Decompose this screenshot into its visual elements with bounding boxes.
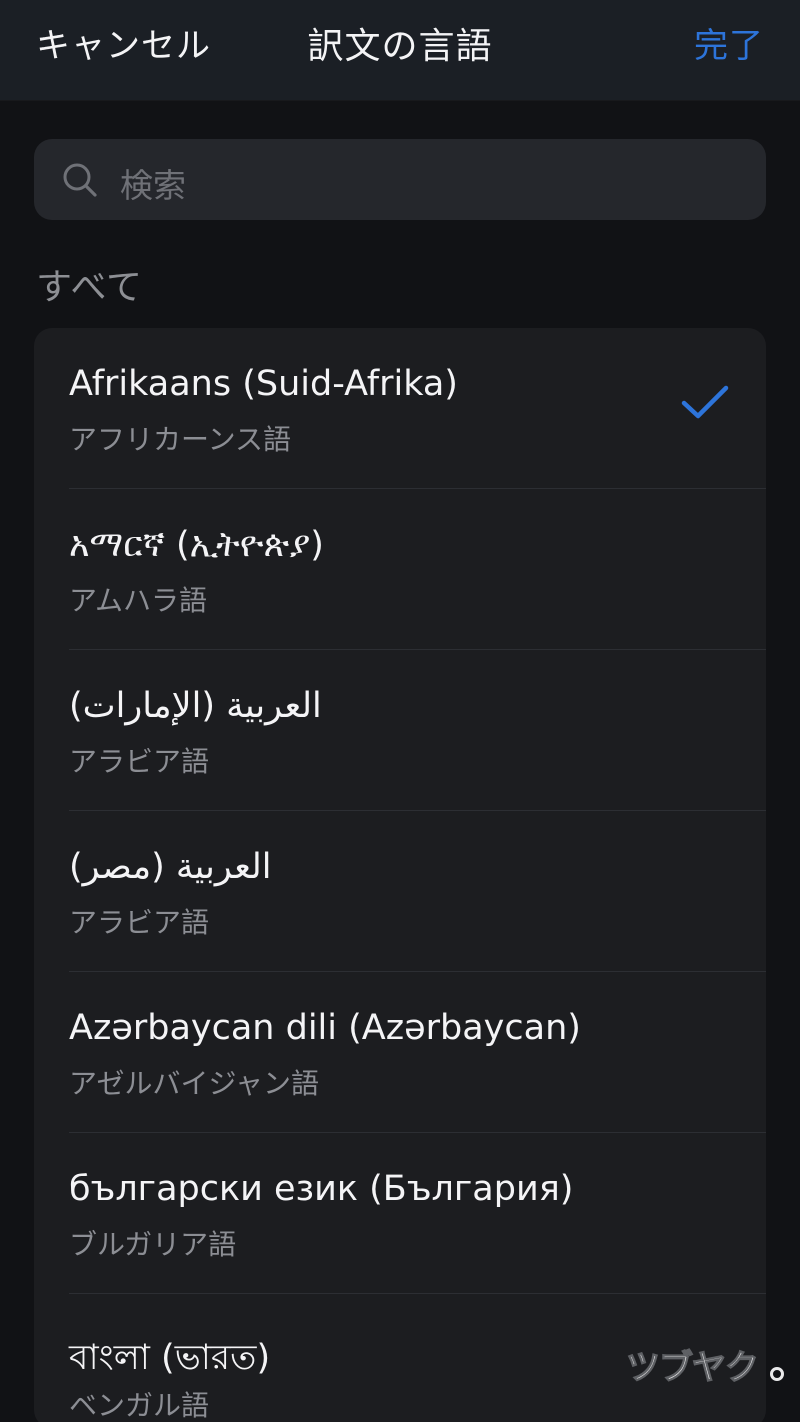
language-row-bulgarian[interactable]: български език (България) ブルガリア語 [34,1133,766,1294]
navigation-bar: キャンセル 訳文の言語 完了 [0,0,800,100]
search-icon [63,163,97,197]
language-row-arabic-uae[interactable]: العربية (الإمارات) アラビア語 [34,650,766,811]
search-field[interactable]: 検索 [34,139,766,220]
translation-language-screen: キャンセル 訳文の言語 完了 検索 すべて Afrikaans (Suid-Af… [0,0,800,1422]
language-name: Azərbaycan dili (Azərbaycan) [69,1008,581,1048]
language-row-arabic-egypt[interactable]: العربية (مصر) アラビア語 [34,811,766,972]
language-japanese-name: アラビア語 [69,745,210,778]
language-list: Afrikaans (Suid-Afrika) アフリカーンス語 አማርኛ (ኢ… [34,328,766,1422]
section-title-all: すべて [36,267,144,308]
tsubuyaku-watermark-logo: ツブヤク [626,1347,784,1388]
language-japanese-name: ベンガル語 [69,1389,210,1422]
language-japanese-name: ブルガリア語 [69,1228,237,1261]
language-name: български език (България) [69,1169,574,1209]
checkmark-icon [681,385,729,419]
language-japanese-name: アラビア語 [69,906,210,939]
language-row-afrikaans[interactable]: Afrikaans (Suid-Afrika) アフリカーンス語 [34,328,766,489]
language-row-amharic[interactable]: አማርኛ (ኢትዮጵያ) アムハラ語 [34,489,766,650]
page-title: 訳文の言語 [307,26,493,67]
language-name: العربية (الإمارات) [69,686,322,726]
language-name: Afrikaans (Suid-Afrika) [69,364,458,404]
svg-text:ツブヤク: ツブヤク [626,1348,758,1388]
search-placeholder: 検索 [120,166,186,205]
language-row-azerbaijani[interactable]: Azərbaycan dili (Azərbaycan) アゼルバイジャン語 [34,972,766,1133]
language-japanese-name: アゼルバイジャン語 [69,1067,320,1100]
language-japanese-name: アフリカーンス語 [69,423,292,456]
language-japanese-name: アムハラ語 [69,584,208,617]
language-name: বাংলা (ভারত) [69,1338,271,1378]
language-name: አማርኛ (ኢትዮጵያ) [69,525,324,565]
done-button[interactable]: 完了 [694,18,764,67]
language-name: العربية (مصر) [69,847,272,887]
